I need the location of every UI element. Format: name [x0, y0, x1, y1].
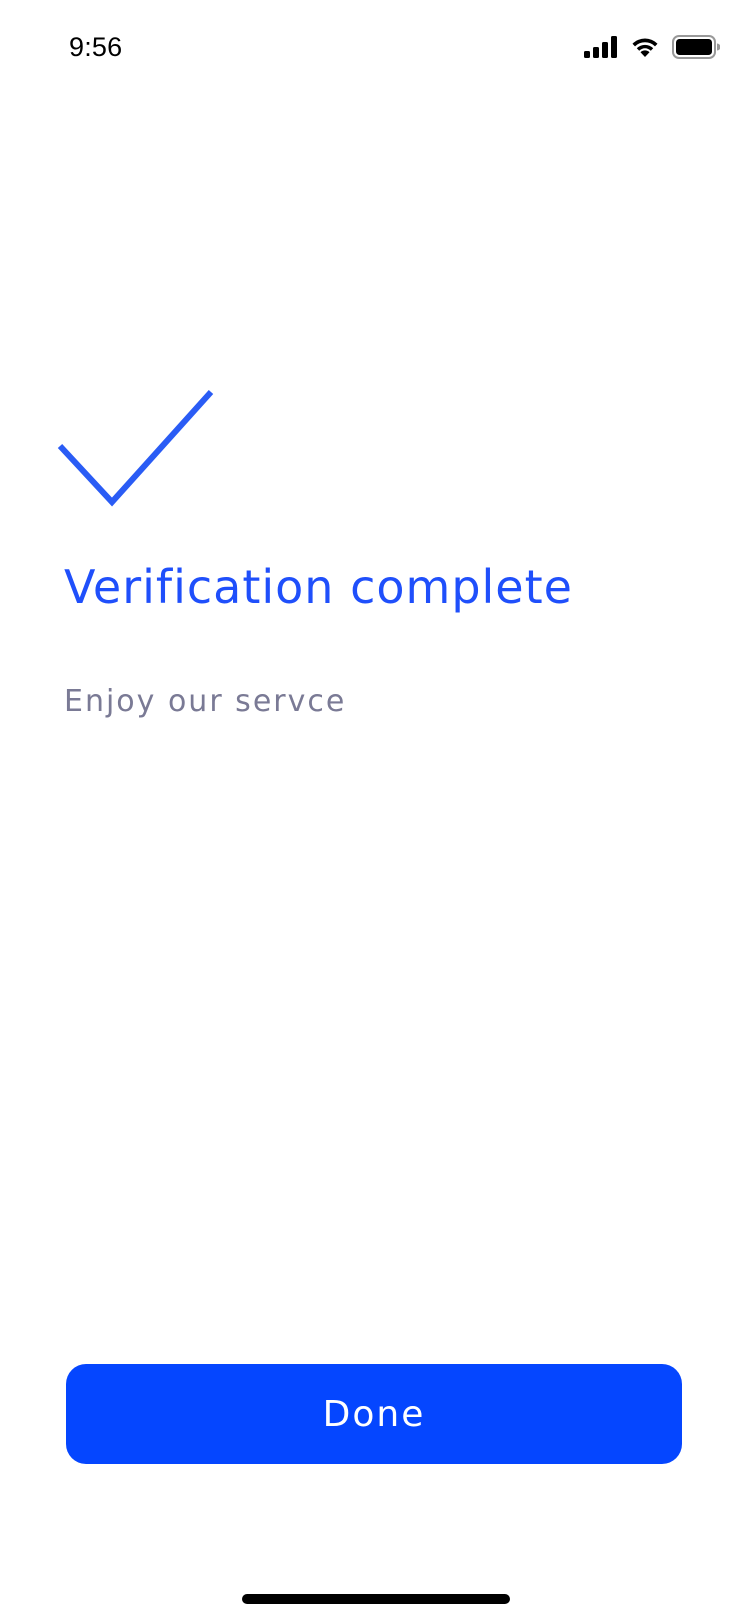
battery-icon	[672, 35, 720, 59]
done-button[interactable]: Done	[66, 1364, 682, 1464]
status-icons	[584, 33, 720, 61]
checkmark-icon	[56, 386, 216, 508]
page-subtitle: Enjoy our servce	[64, 684, 347, 719]
status-time: 9:56	[69, 32, 123, 62]
page-title: Verification complete	[64, 560, 573, 614]
status-bar: 9:56	[0, 0, 750, 100]
wifi-icon	[630, 36, 660, 58]
home-indicator[interactable]	[242, 1594, 510, 1604]
done-button-label: Done	[322, 1393, 426, 1435]
cellular-signal-icon	[584, 36, 618, 58]
